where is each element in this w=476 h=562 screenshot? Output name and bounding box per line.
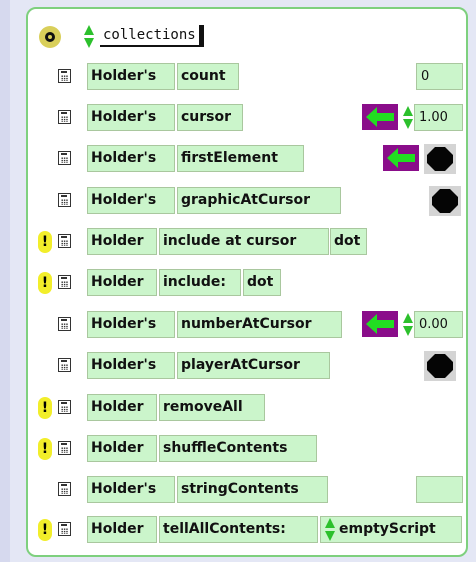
command-tile-include[interactable]: include: — [159, 269, 241, 296]
object-tile[interactable]: Holder — [87, 394, 157, 421]
script-sheet-icon[interactable] — [58, 275, 71, 289]
up-down-arrows-icon[interactable] — [325, 517, 335, 543]
script-sheet-icon[interactable] — [58, 234, 71, 248]
argument-label: emptyScript — [339, 521, 436, 537]
argument-tile[interactable]: dot — [243, 269, 281, 296]
object-tile[interactable]: Holder's — [87, 476, 175, 503]
slot-tile-numberAtCursor[interactable]: numberAtCursor — [177, 311, 342, 338]
exclamation-icon[interactable]: ! — [38, 519, 52, 541]
black-ball-icon[interactable] — [424, 144, 456, 174]
tile-row-firstElement: Holder's firstElement — [0, 143, 476, 174]
slot-tile-stringContents[interactable]: stringContents — [177, 476, 328, 503]
exclamation-icon[interactable]: ! — [38, 272, 52, 294]
exclamation-icon[interactable]: ! — [38, 438, 52, 460]
slot-tile-count[interactable]: count — [177, 63, 239, 90]
tile-row-shuffleContents: ! Holder shuffleContents — [0, 433, 476, 463]
object-tile[interactable]: Holder's — [87, 104, 175, 131]
tile-row-cursor: Holder's cursor 1.00 — [0, 102, 476, 132]
object-tile[interactable]: Holder — [87, 228, 157, 255]
script-sheet-icon[interactable] — [58, 193, 71, 207]
slot-tile-graphicAtCursor[interactable]: graphicAtCursor — [177, 187, 341, 214]
argument-tile-script[interactable]: emptyScript — [320, 516, 462, 543]
tile-row-removeAll: ! Holder removeAll — [0, 392, 476, 422]
slot-tile-cursor[interactable]: cursor — [177, 104, 243, 131]
script-sheet-icon[interactable] — [58, 358, 71, 372]
command-tile-tellAllContents[interactable]: tellAllContents: — [159, 516, 318, 543]
script-sheet-icon[interactable] — [58, 441, 71, 455]
numberAtCursor-value[interactable]: 0.00 — [414, 311, 463, 338]
up-down-arrows-icon[interactable] — [403, 312, 413, 338]
object-tile[interactable]: Holder's — [87, 311, 175, 338]
tile-row-graphicAtCursor: Holder's graphicAtCursor — [0, 185, 476, 216]
up-down-arrows-icon[interactable] — [403, 105, 413, 131]
command-tile-shuffleContents[interactable]: shuffleContents — [159, 435, 317, 462]
category-name[interactable]: collections — [100, 25, 204, 47]
object-tile[interactable]: Holder's — [87, 352, 175, 379]
left-arrow-icon[interactable] — [383, 145, 419, 171]
tile-row-playerAtCursor: Holder's playerAtCursor — [0, 350, 476, 381]
object-tile[interactable]: Holder — [87, 435, 157, 462]
black-ball-icon[interactable] — [429, 186, 461, 216]
argument-tile[interactable]: dot — [330, 228, 367, 255]
tile-row-count: Holder's count 0 — [0, 61, 476, 91]
left-arrow-icon[interactable] — [362, 311, 398, 337]
slot-tile-firstElement[interactable]: firstElement — [177, 145, 304, 172]
script-sheet-icon[interactable] — [58, 317, 71, 331]
stringContents-value[interactable] — [416, 476, 463, 503]
black-ball-icon[interactable] — [424, 351, 456, 381]
tile-row-tellAllContents: ! Holder tellAllContents: emptyScript — [0, 514, 476, 544]
cursor-value[interactable]: 1.00 — [414, 104, 463, 131]
script-sheet-icon[interactable] — [58, 400, 71, 414]
object-tile[interactable]: Holder's — [87, 63, 175, 90]
tile-row-include-at-cursor: ! Holder include at cursor dot — [0, 226, 476, 256]
tile-row-numberAtCursor: Holder's numberAtCursor 0.00 — [0, 309, 476, 339]
script-sheet-icon[interactable] — [58, 69, 71, 83]
count-value[interactable]: 0 — [416, 63, 463, 90]
command-tile-removeAll[interactable]: removeAll — [159, 394, 265, 421]
exclamation-icon[interactable]: ! — [38, 397, 52, 419]
command-tile-include-at-cursor[interactable]: include at cursor — [159, 228, 329, 255]
slot-tile-playerAtCursor[interactable]: playerAtCursor — [177, 352, 330, 379]
script-sheet-icon[interactable] — [58, 482, 71, 496]
tile-row-stringContents: Holder's stringContents — [0, 474, 476, 504]
category-stepper-icon[interactable] — [84, 24, 94, 50]
circle-menu-icon[interactable] — [39, 26, 61, 48]
script-sheet-icon[interactable] — [58, 110, 71, 124]
tile-row-include: ! Holder include: dot — [0, 267, 476, 297]
script-sheet-icon[interactable] — [58, 522, 71, 536]
exclamation-icon[interactable]: ! — [38, 231, 52, 253]
object-tile[interactable]: Holder's — [87, 187, 175, 214]
object-tile[interactable]: Holder — [87, 516, 157, 543]
object-tile[interactable]: Holder — [87, 269, 157, 296]
left-arrow-icon[interactable] — [362, 104, 398, 130]
script-sheet-icon[interactable] — [58, 151, 71, 165]
object-tile[interactable]: Holder's — [87, 145, 175, 172]
